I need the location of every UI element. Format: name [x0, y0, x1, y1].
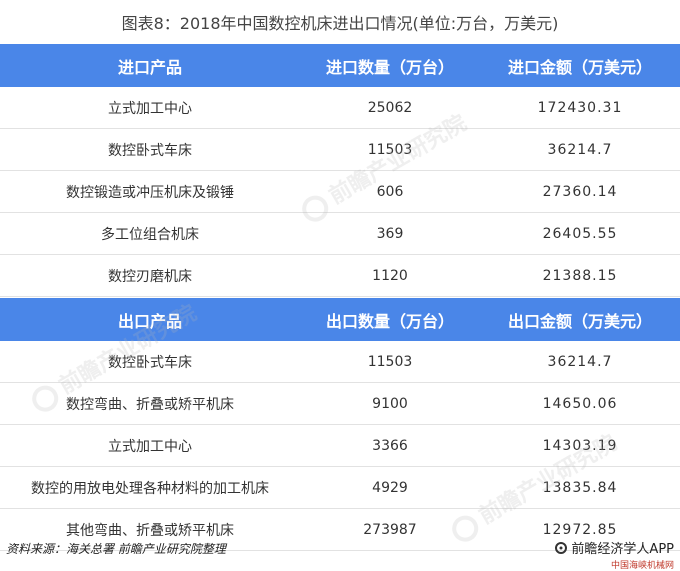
footer: 资料来源：海关总署 前瞻产业研究院整理 前瞻经济学人APP 中国海峡机械网: [0, 536, 680, 571]
product-cell: 多工位组合机床: [101, 226, 199, 243]
export-quantity-header: 出口数量（万台）: [325, 311, 454, 331]
quantity-cell: 4929: [372, 479, 408, 496]
amount-cell: 14650.06: [542, 395, 618, 412]
amount-cell: 36214.7: [547, 141, 613, 158]
table-row: 数控锻造或冲压机床及锻锤 606 27360.14: [0, 171, 680, 213]
trade-table: 进口产品 进口数量（万台） 进口金额（万美元） 立式加工中心 25062 172…: [0, 44, 680, 551]
quantity-cell: 11503: [367, 353, 413, 370]
quantity-cell: 25062: [367, 99, 413, 116]
brand: 前瞻经济学人APP 中国海峡机械网: [555, 538, 674, 571]
amount-cell: 21388.15: [542, 267, 618, 284]
chart-title: 图表8：2018年中国数控机床进出口情况(单位:万台，万美元): [121, 14, 559, 33]
brand-sub: 中国海峡机械网: [610, 561, 674, 571]
amount-cell: 13835.84: [542, 479, 618, 496]
export-header-row: 出口产品 出口数量（万台） 出口金额（万美元）: [0, 298, 680, 341]
brand-logo-icon: [555, 541, 568, 554]
amount-cell: 26405.55: [542, 225, 618, 242]
table-row: 多工位组合机床 369 26405.55: [0, 213, 680, 255]
brand-line: 前瞻经济学人APP: [555, 538, 674, 557]
export-product-header: 出口产品: [117, 311, 182, 331]
quantity-cell: 369: [376, 225, 404, 242]
table-row: 立式加工中心 25062 172430.31: [0, 87, 680, 129]
product-cell: 数控刃磨机床: [108, 268, 192, 285]
amount-cell: 14303.19: [542, 437, 618, 454]
brand-name: 前瞻经济学人APP: [571, 542, 674, 557]
product-cell: 数控锻造或冲压机床及锻锤: [66, 184, 234, 201]
import-header-row: 进口产品 进口数量（万台） 进口金额（万美元）: [0, 44, 680, 87]
table-row: 数控卧式车床 11503 36214.7: [0, 341, 680, 383]
table-row: 立式加工中心 3366 14303.19: [0, 425, 680, 467]
product-cell: 数控的用放电处理各种材料的加工机床: [31, 480, 269, 497]
table-row: 数控刃磨机床 1120 21388.15: [0, 255, 680, 297]
export-amount-header: 出口金额（万美元）: [507, 311, 652, 331]
amount-cell: 27360.14: [542, 183, 618, 200]
import-amount-header: 进口金额（万美元）: [507, 57, 652, 77]
quantity-cell: 1120: [372, 267, 408, 284]
product-cell: 数控卧式车床: [108, 142, 192, 159]
product-cell: 数控弯曲、折叠或矫平机床: [66, 396, 234, 413]
quantity-cell: 3366: [372, 437, 408, 454]
amount-cell: 36214.7: [547, 353, 613, 370]
import-product-header: 进口产品: [117, 57, 182, 77]
product-cell: 立式加工中心: [108, 438, 192, 455]
product-cell: 数控卧式车床: [108, 354, 192, 371]
import-quantity-header: 进口数量（万台）: [325, 57, 454, 77]
table-row: 数控卧式车床 11503 36214.7: [0, 129, 680, 171]
quantity-cell: 9100: [372, 395, 408, 412]
quantity-cell: 606: [376, 183, 404, 200]
source-note: 资料来源：海关总署 前瞻产业研究院整理: [6, 542, 226, 556]
table-row: 数控的用放电处理各种材料的加工机床 4929 13835.84: [0, 467, 680, 509]
table-row: 数控弯曲、折叠或矫平机床 9100 14650.06: [0, 383, 680, 425]
product-cell: 立式加工中心: [108, 100, 192, 117]
quantity-cell: 11503: [367, 141, 413, 158]
amount-cell: 172430.31: [537, 99, 623, 116]
